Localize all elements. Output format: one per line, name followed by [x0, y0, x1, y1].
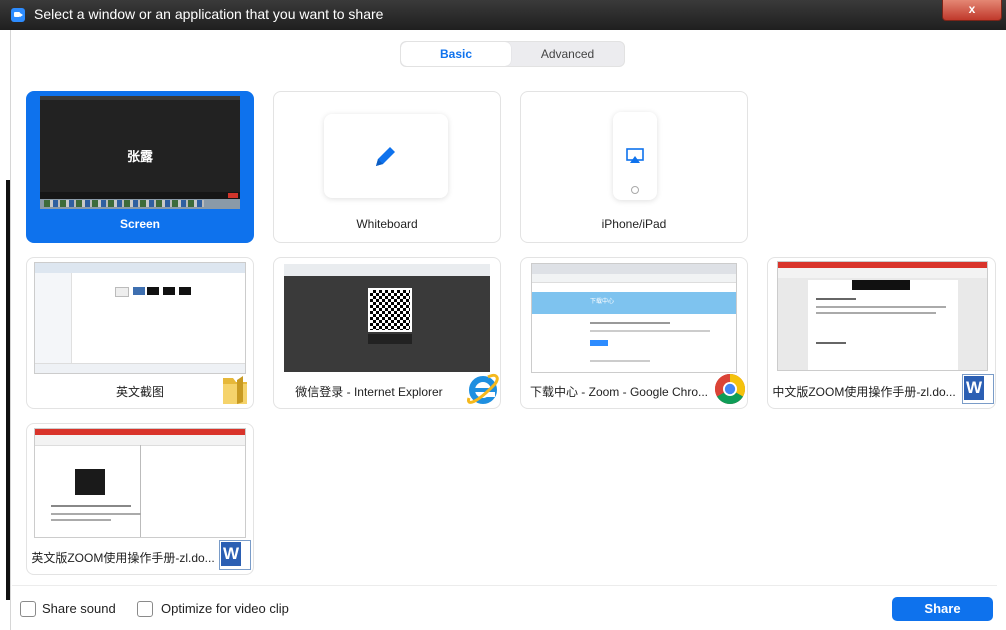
chrome-icon — [714, 374, 746, 405]
window-left-edge — [0, 30, 11, 630]
phone-tile — [613, 112, 657, 200]
card-label: 中文版ZOOM使用操作手册-zl.do... — [772, 385, 956, 399]
share-sound-label[interactable]: Share sound — [42, 601, 116, 616]
card-label: Whiteboard — [356, 217, 418, 231]
folder-icon — [223, 376, 247, 404]
tab-basic[interactable]: Basic — [401, 42, 511, 66]
window-thumbnail — [284, 264, 490, 372]
window-card-zoom-download-chrome[interactable]: 下载中心 下载中心 - Zoom - Google Chro... — [520, 257, 748, 409]
word-icon: W — [962, 374, 994, 404]
window-thumbnail: 下载中心 — [531, 263, 737, 373]
card-label: 英文截图 — [115, 385, 164, 399]
thumbnail-heading: 下载中心 — [590, 299, 615, 305]
share-option-iphone-ipad[interactable]: iPhone/iPad — [520, 91, 748, 243]
whiteboard-tile — [324, 114, 448, 198]
optimize-video-label[interactable]: Optimize for video clip — [161, 601, 289, 616]
share-option-whiteboard[interactable]: Whiteboard — [273, 91, 501, 243]
word-icon: W — [219, 540, 251, 570]
card-label: 微信登录 - Internet Explorer — [295, 385, 443, 399]
card-label: 英文版ZOOM使用操作手册-zl.do... — [31, 551, 215, 565]
internet-explorer-icon — [467, 373, 499, 404]
card-label: iPhone/iPad — [601, 217, 667, 231]
screen-thumbnail-name: 张露 — [126, 149, 153, 164]
share-sound-checkbox[interactable] — [20, 601, 36, 617]
window-card-chinese-zoom-manual-word[interactable]: 中文版ZOOM使用操作手册-zl.do... W — [767, 257, 996, 409]
window-card-english-screenshots[interactable]: 英文截图 — [26, 257, 254, 409]
share-button[interactable]: Share — [892, 597, 993, 621]
window-card-english-zoom-manual-word[interactable]: 英文版ZOOM使用操作手册-zl.do... W — [26, 423, 254, 575]
card-label: 下载中心 - Zoom - Google Chro... — [529, 385, 709, 399]
footer-divider — [12, 585, 997, 586]
close-button[interactable]: x — [942, 0, 1002, 21]
share-mode-tabs: Basic Advanced — [400, 41, 625, 67]
window-thumbnail — [34, 428, 246, 538]
pencil-icon — [376, 147, 395, 166]
card-label: Screen — [119, 217, 161, 231]
window-title-bar: Select a window or an application that y… — [0, 0, 1006, 30]
window-title: Select a window or an application that y… — [34, 6, 384, 22]
home-button-icon — [631, 186, 639, 194]
window-card-wechat-login-ie[interactable]: 微信登录 - Internet Explorer — [273, 257, 501, 409]
airplay-icon — [626, 148, 644, 163]
optimize-video-checkbox[interactable] — [137, 601, 153, 617]
zoom-app-icon — [11, 8, 25, 22]
window-thumbnail — [34, 262, 246, 374]
window-thumbnail — [777, 261, 988, 371]
share-option-screen[interactable]: 张露 Screen — [26, 91, 254, 243]
screen-thumbnail: 张露 — [40, 96, 240, 209]
tab-advanced[interactable]: Advanced — [511, 42, 624, 66]
